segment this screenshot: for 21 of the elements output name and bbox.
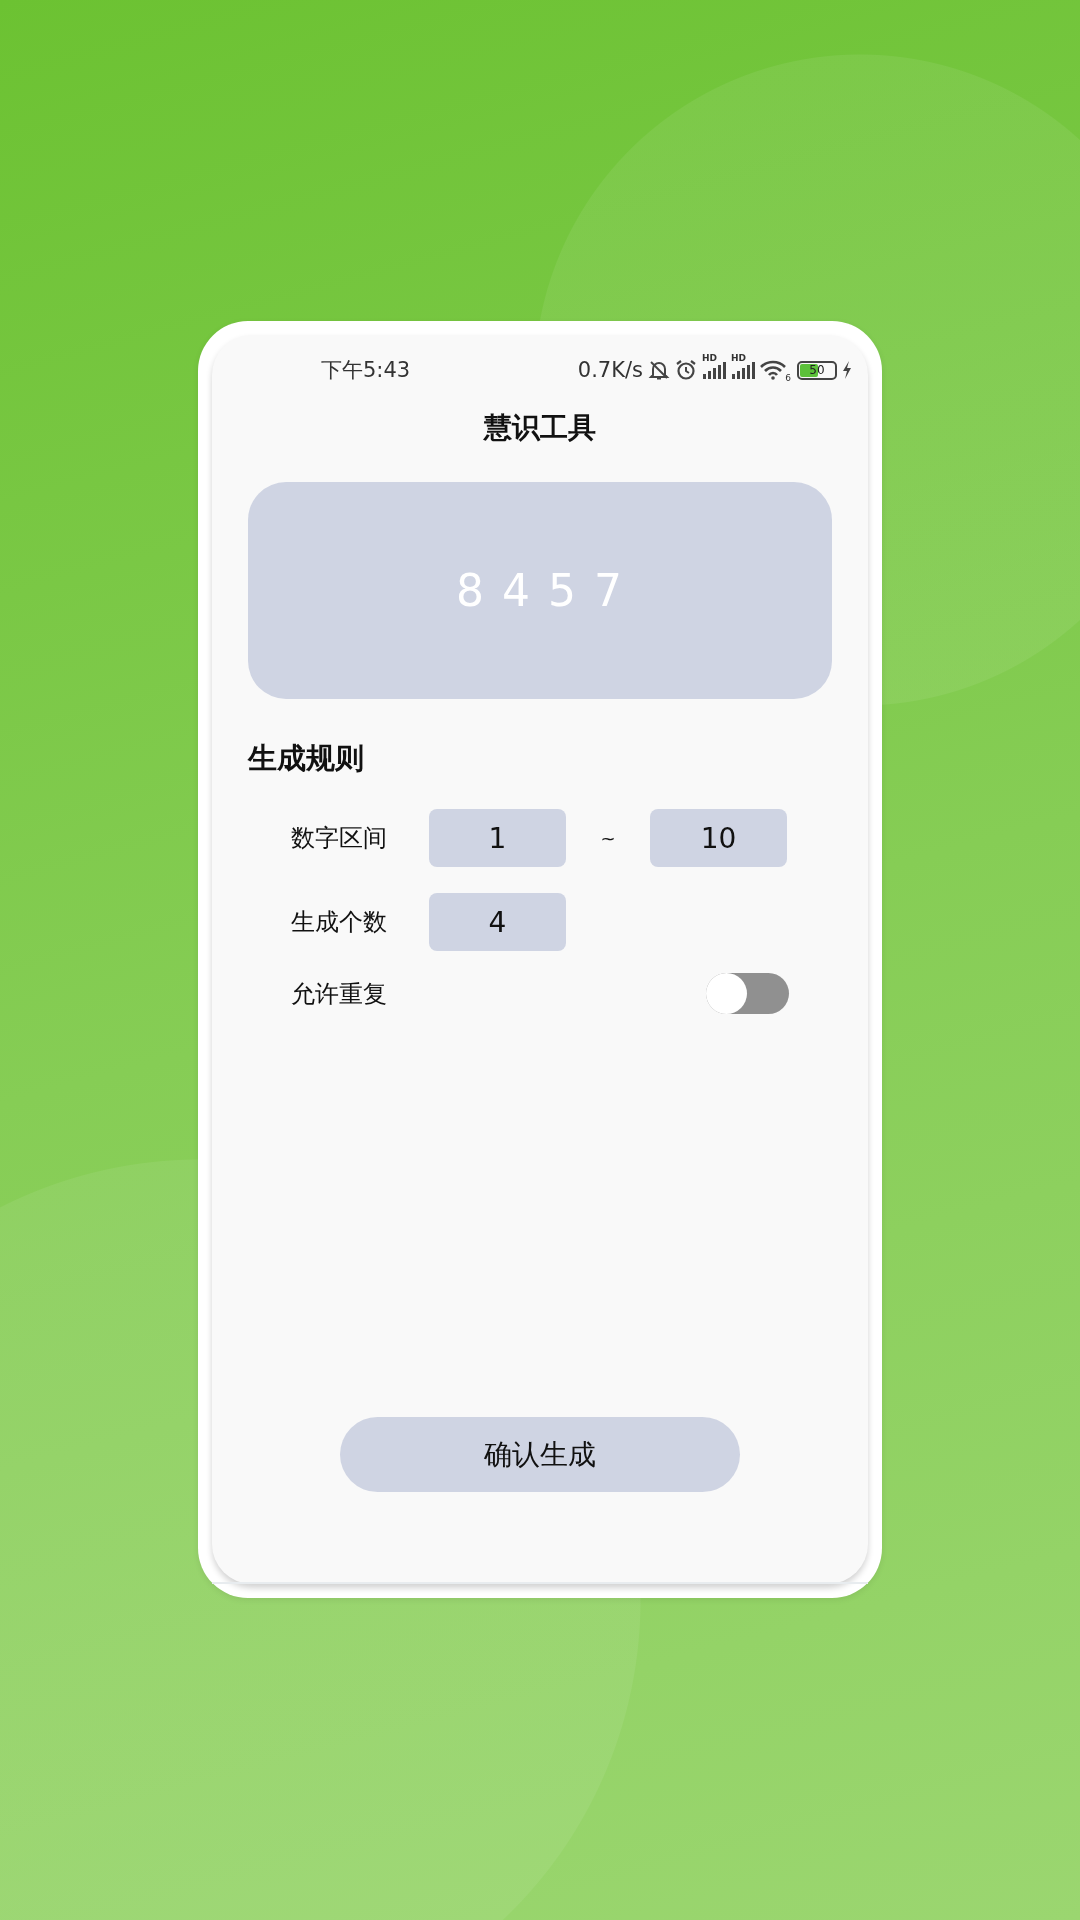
count-field[interactable]: 4 bbox=[429, 893, 566, 951]
wifi-label: 6 bbox=[785, 373, 791, 383]
row-label: 数字区间 bbox=[291, 823, 388, 854]
wifi-icon bbox=[760, 360, 786, 380]
max-field[interactable]: 10 bbox=[650, 809, 787, 867]
confirm-button[interactable]: 确认生成 bbox=[340, 1417, 740, 1492]
section-title: 生成规则 bbox=[248, 740, 365, 777]
bell-off-icon bbox=[648, 359, 670, 381]
status-time: 下午5:43 bbox=[321, 357, 411, 384]
hd-label: HD bbox=[731, 353, 746, 363]
signal-bars-icon bbox=[731, 361, 755, 379]
hd-label: HD bbox=[702, 353, 717, 363]
min-field[interactable]: 1 bbox=[429, 809, 566, 867]
signal-bars-icon bbox=[702, 361, 726, 379]
row-label: 生成个数 bbox=[291, 907, 388, 938]
alarm-clock-icon bbox=[675, 359, 697, 381]
range-separator: ~ bbox=[599, 827, 617, 849]
app-title: 慧识工具 bbox=[482, 410, 597, 446]
network-speed: 0.7K/s bbox=[577, 358, 643, 382]
row-label: 允许重复 bbox=[291, 978, 388, 1010]
toggle-switch[interactable] bbox=[706, 973, 789, 1014]
